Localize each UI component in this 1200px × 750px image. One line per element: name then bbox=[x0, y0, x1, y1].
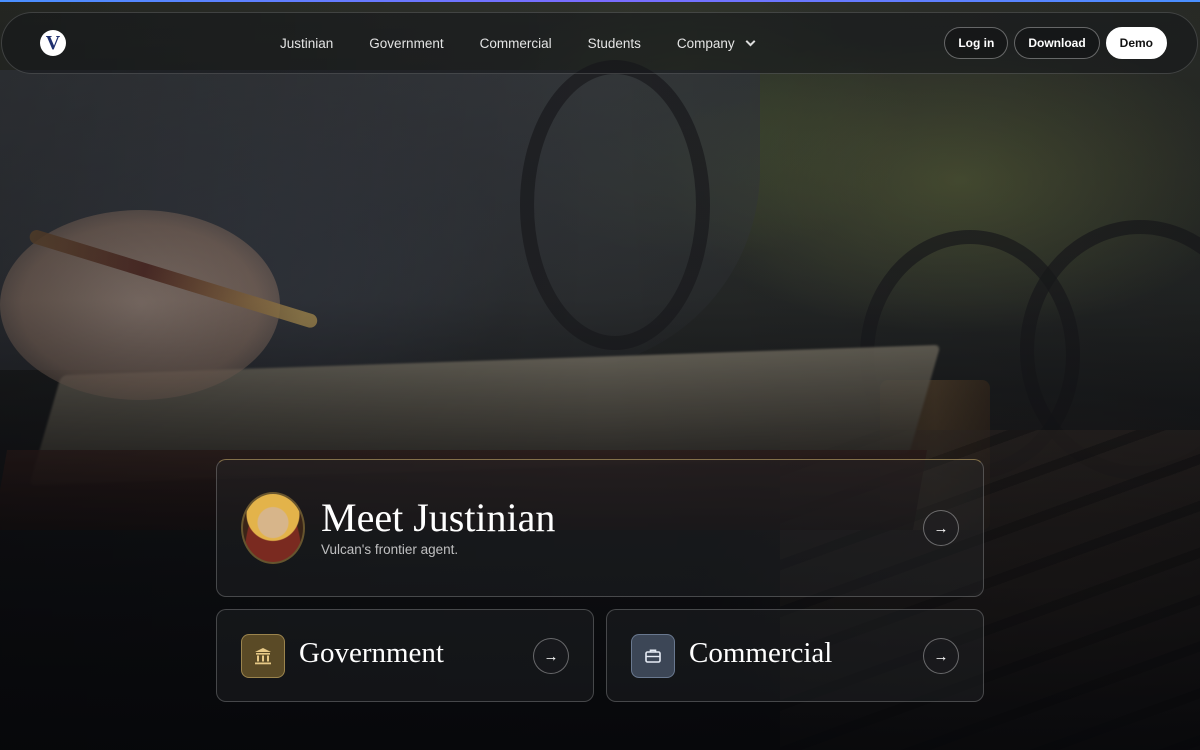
download-button[interactable]: Download bbox=[1014, 27, 1100, 59]
briefcase-icon bbox=[631, 634, 675, 678]
arrow-glyph: → bbox=[543, 647, 559, 665]
nav-link-label: Justinian bbox=[280, 35, 334, 51]
card-title: Government bbox=[299, 637, 444, 669]
nav-links: Justinian Government Commercial Students… bbox=[280, 13, 790, 73]
nav-link-label: Commercial bbox=[479, 35, 552, 51]
card-subtitle: Vulcan's frontier agent. bbox=[321, 542, 459, 557]
commercial-card[interactable]: Commercial → bbox=[606, 609, 984, 702]
nav-link-label: Students bbox=[587, 35, 641, 51]
logo-letter: V bbox=[45, 32, 61, 54]
top-navigation-bar: V Justinian Government Commercial Studen… bbox=[1, 12, 1198, 74]
government-card[interactable]: Government → bbox=[216, 609, 594, 702]
card-title: Meet Justinian bbox=[321, 495, 556, 540]
meet-justinian-card[interactable]: Meet Justinian Vulcan's frontier agent. … bbox=[216, 459, 984, 597]
bank-building-svg bbox=[255, 648, 271, 665]
emperor-mosaic-avatar-icon bbox=[243, 494, 303, 562]
nav-link-company-dropdown[interactable]: Company bbox=[676, 35, 756, 51]
bank-building-icon bbox=[241, 634, 285, 678]
nav-link-label: Company bbox=[676, 35, 735, 51]
card-title: Commercial bbox=[689, 637, 833, 669]
arrow-right-icon[interactable]: → bbox=[533, 638, 569, 674]
log-in-button[interactable]: Log in bbox=[944, 27, 1009, 59]
nav-link-students[interactable]: Students bbox=[588, 36, 641, 51]
background-overlay bbox=[0, 0, 1200, 750]
arrow-glyph: → bbox=[933, 519, 949, 537]
arrow-right-icon[interactable]: → bbox=[923, 638, 959, 674]
demo-button[interactable]: Demo bbox=[1105, 27, 1167, 59]
nav-link-label: Government bbox=[369, 35, 444, 51]
nav-actions: Log in Download Demo bbox=[944, 13, 1167, 73]
briefcase-svg bbox=[645, 649, 661, 663]
arrow-right-icon[interactable]: → bbox=[923, 510, 959, 546]
chevron-down-icon bbox=[745, 36, 756, 46]
nav-link-government[interactable]: Government bbox=[369, 36, 443, 51]
vulcan-logo-icon[interactable]: V bbox=[40, 30, 66, 56]
nav-link-commercial[interactable]: Commercial bbox=[480, 36, 552, 51]
arrow-glyph: → bbox=[933, 647, 949, 665]
top-accent-line bbox=[0, 0, 1200, 2]
nav-link-justinian[interactable]: Justinian bbox=[280, 36, 333, 51]
